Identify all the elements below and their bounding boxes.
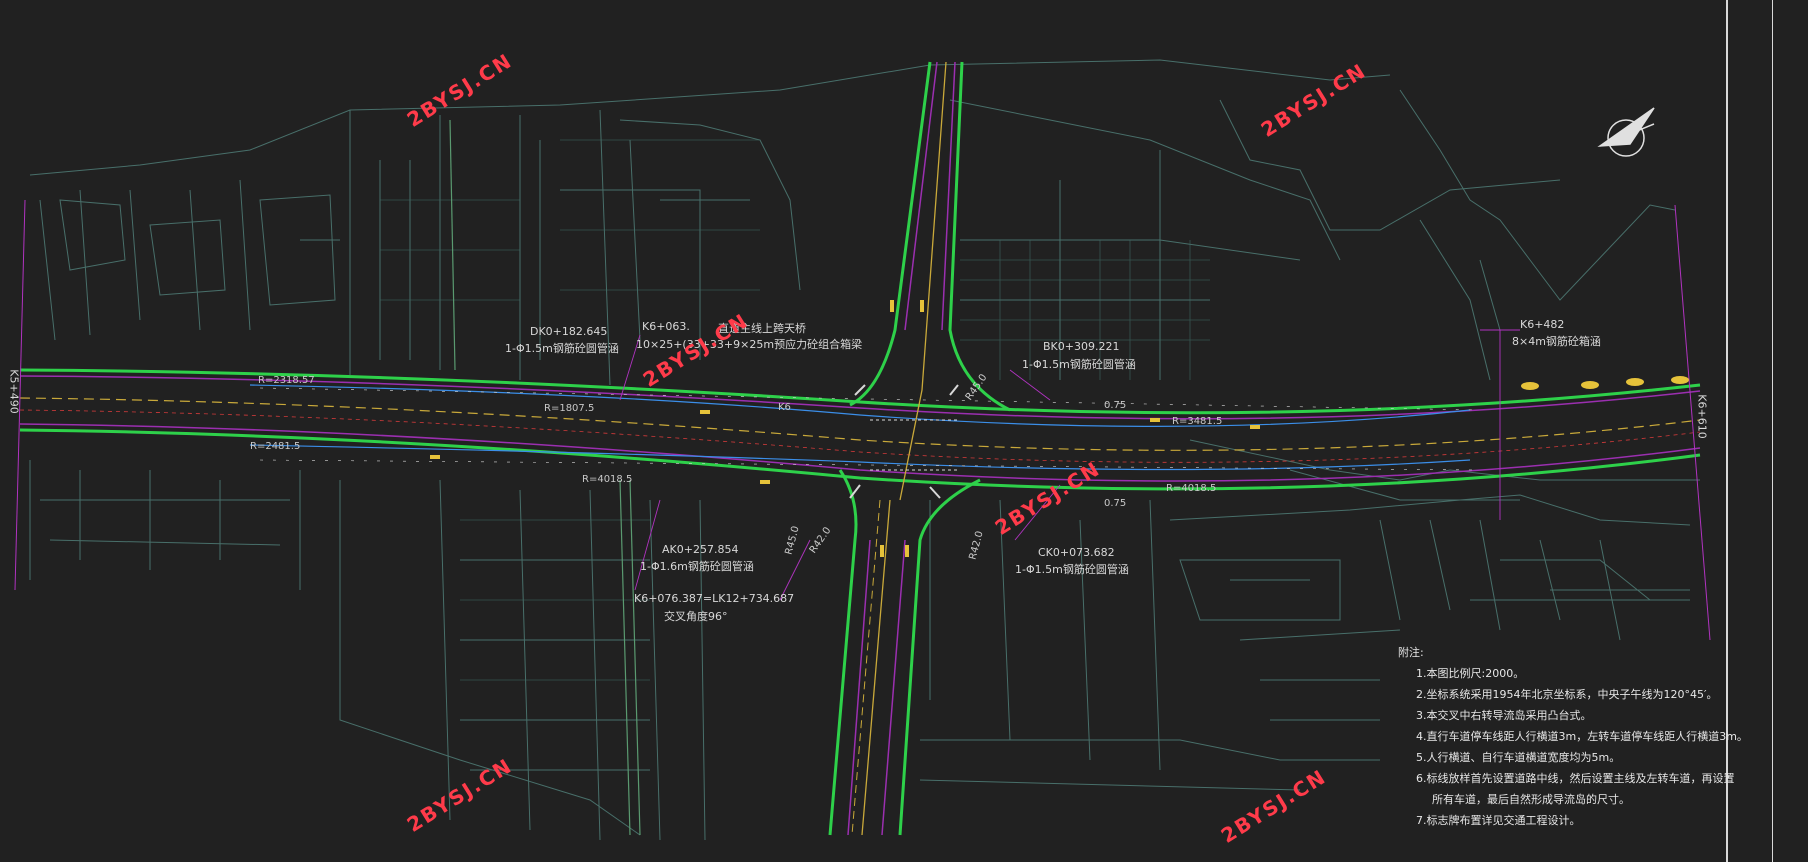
- curve-radius-label: R=2481.5: [250, 441, 301, 452]
- note-item: 5.人行横道、自行车道横道宽度均为5m。: [1416, 751, 1621, 764]
- bridge-station-label: K6+063.: [642, 320, 690, 333]
- culvert-dk-station: DK0+182.645: [530, 325, 608, 338]
- station-left-label: K5+490: [7, 369, 21, 414]
- note-item-continued: 所有车道，最后自然形成导流岛的尺寸。: [1432, 793, 1630, 806]
- note-item: 7.标志牌布置详见交通工程设计。: [1416, 814, 1581, 827]
- note-item: 3.本交叉中右转导流岛采用凸台式。: [1416, 709, 1592, 722]
- culvert-bk-desc: 1-Φ1.5m钢筋砼圆管涵: [1022, 358, 1136, 371]
- note-item: 6.标线放样首先设置道路中线，然后设置主线及左转车道，再设置: [1416, 772, 1735, 785]
- culvert-ck-station: CK0+073.682: [1038, 546, 1115, 559]
- intersection-angle-label: 交叉角度96°: [664, 610, 728, 623]
- bridge-spans-label: 10×25+(33+33+9×25m预应力砼组合箱梁: [636, 338, 863, 351]
- frame-border-2: [1772, 0, 1773, 862]
- notes-title: 附注:: [1398, 646, 1424, 659]
- culvert-ck-desc: 1-Φ1.5m钢筋砼圆管涵: [1015, 563, 1129, 576]
- curve-radius-label: R=3481.5: [1172, 416, 1223, 427]
- dimension-label: 0.75: [1104, 498, 1127, 509]
- dimension-label: 0.75: [1104, 400, 1127, 411]
- box-culvert-station: K6+482: [1520, 318, 1565, 331]
- culvert-bk-station: BK0+309.221: [1043, 340, 1120, 353]
- intersection-station-label: K6+076.387=LK12+734.687: [634, 592, 795, 605]
- note-item: 4.直行车道停车线距人行横道3m，左转车道停车线距人行横道3m。: [1416, 730, 1748, 743]
- culvert-ak-station: AK0+257.854: [662, 543, 739, 556]
- culvert-dk-desc: 1-Φ1.5m钢筋砼圆管涵: [505, 342, 619, 355]
- curve-radius-label: R=1807.5: [544, 403, 595, 414]
- note-item: 2.坐标系统采用1954年北京坐标系，中央子午线为120°45′。: [1416, 688, 1718, 701]
- note-item: 1.本图比例尺:2000。: [1416, 667, 1525, 680]
- curve-radius-label: R=2318.57: [258, 375, 315, 386]
- culvert-ak-desc: 1-Φ1.6m钢筋砼圆管涵: [640, 560, 754, 573]
- box-culvert-desc: 8×4m钢筋砼箱涵: [1512, 335, 1601, 348]
- curve-radius-label: R=4018.5: [1166, 483, 1217, 494]
- curve-radius-label: R=4018.5: [582, 474, 633, 485]
- station-right-label: K6+610: [1695, 394, 1709, 439]
- lane-k6-label: K6: [778, 402, 791, 413]
- drawing-notes: 附注: 1.本图比例尺:2000。 2.坐标系统采用1954年北京坐标系，中央子…: [1398, 642, 1748, 831]
